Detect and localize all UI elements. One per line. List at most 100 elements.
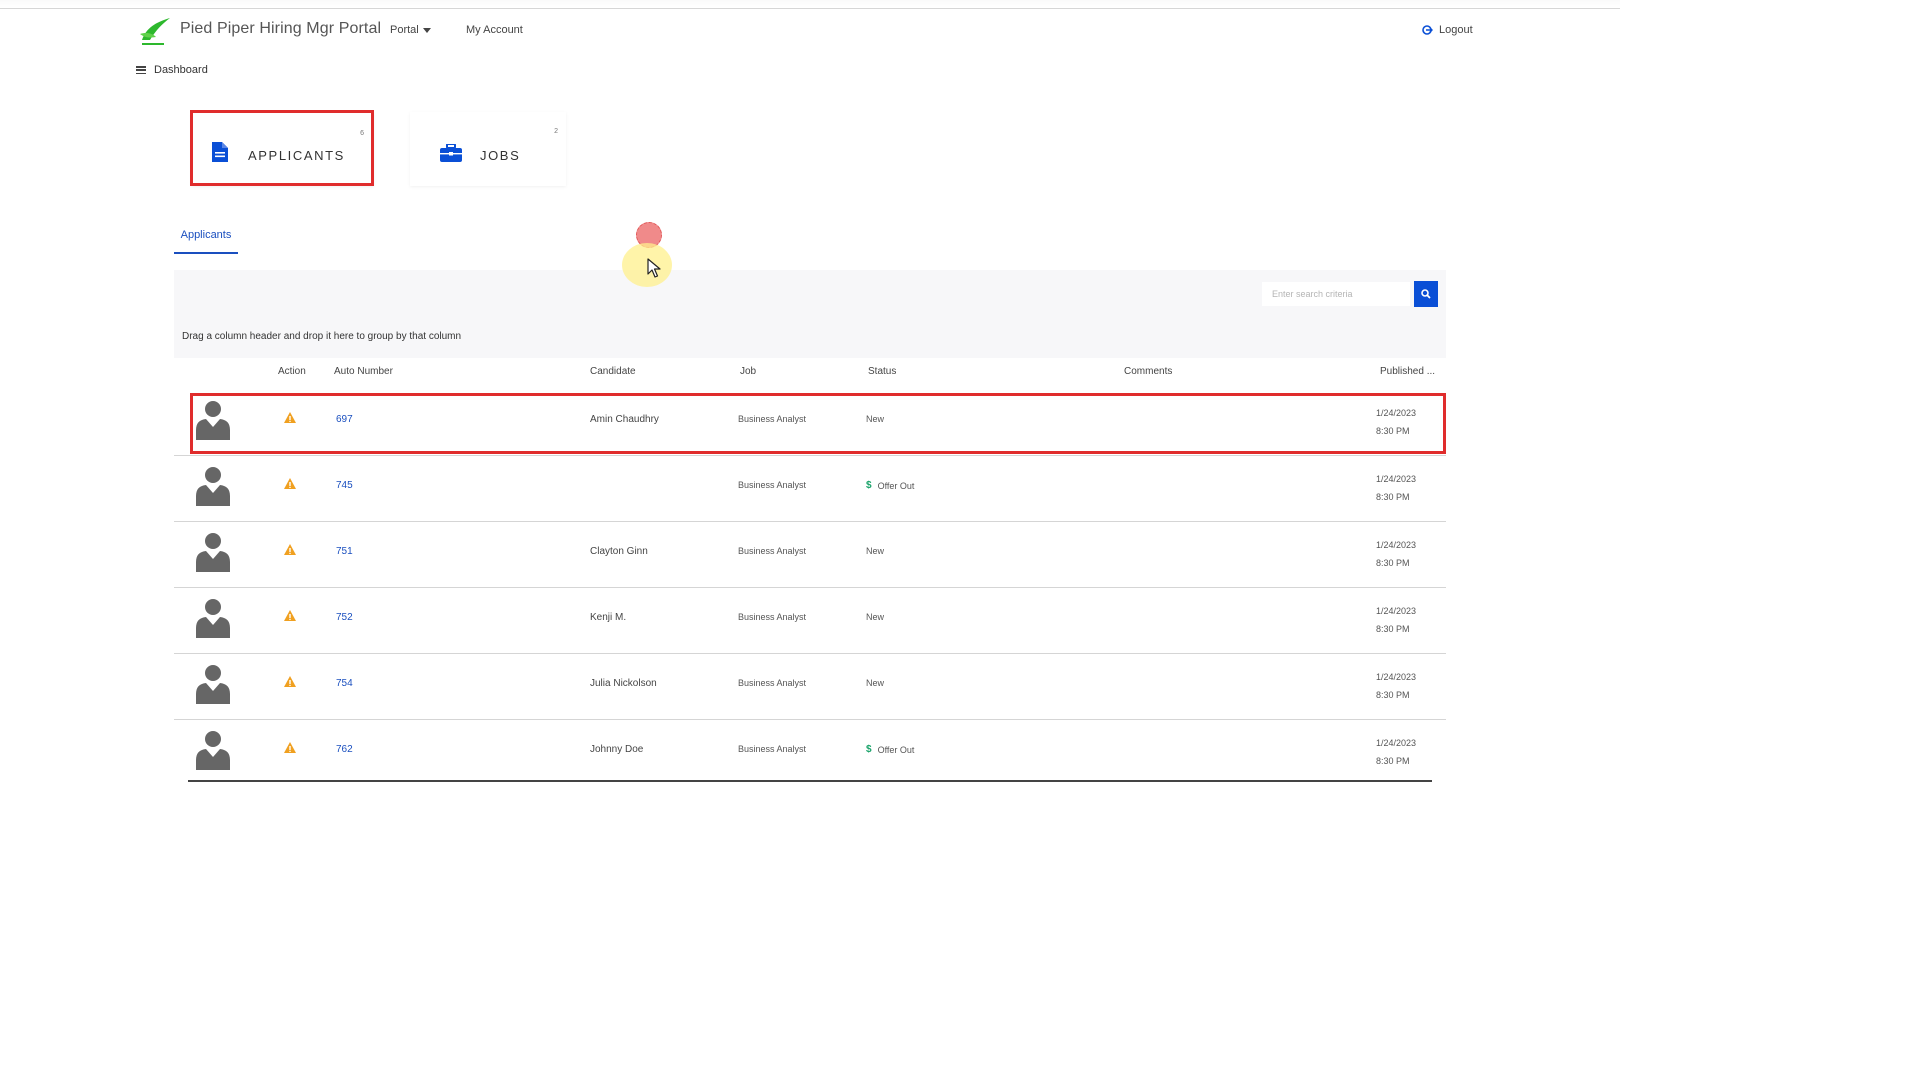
table-row[interactable]: 754 Julia Nickolson Business Analyst New… (174, 654, 1446, 720)
published-date: 1/24/2023 (1376, 738, 1417, 748)
hamburger-icon[interactable] (136, 66, 146, 74)
auto-number-link[interactable]: 751 (336, 546, 353, 557)
logout-link[interactable]: Logout (1422, 24, 1473, 36)
published-cell: 1/24/2023 8:30 PM (1376, 668, 1416, 704)
published-date: 1/24/2023 (1376, 672, 1417, 682)
column-header-auto-number[interactable]: Auto Number (334, 366, 393, 377)
status-cell: New (866, 678, 884, 688)
column-header-published[interactable]: Published ... (1380, 366, 1435, 377)
status-cell: New (866, 612, 884, 622)
status-text: Offer Out (877, 744, 915, 755)
status-text: New (866, 414, 885, 424)
document-icon (212, 142, 228, 162)
auto-number-link[interactable]: 697 (336, 414, 353, 425)
dashboard-label: Dashboard (154, 64, 208, 76)
browser-edge (0, 0, 1620, 8)
published-cell: 1/24/2023 8:30 PM (1376, 536, 1416, 572)
caret-down-icon (422, 27, 431, 33)
job-title: Business Analyst (738, 744, 807, 754)
published-cell: 1/24/2023 8:30 PM (1376, 734, 1416, 770)
warning-icon[interactable] (284, 478, 296, 489)
tab-applicants[interactable]: Applicants (174, 226, 238, 254)
user-avatar-icon (196, 533, 230, 572)
column-header-comments[interactable]: Comments (1124, 366, 1172, 377)
auto-number-link[interactable]: 762 (336, 744, 353, 755)
status-text: Offer Out (877, 480, 915, 491)
auto-number-link[interactable]: 745 (336, 480, 353, 491)
dollar-icon: $ (866, 744, 872, 755)
jobs-tile-label: JOBS (480, 148, 521, 163)
published-cell: 1/24/2023 8:30 PM (1376, 602, 1416, 638)
job-title: Business Analyst (738, 612, 807, 622)
job-title: Business Analyst (738, 678, 807, 688)
job-title: Business Analyst (738, 480, 807, 490)
table-row[interactable]: 751 Clayton Ginn Business Analyst New 1/… (174, 522, 1446, 588)
jobs-count: 2 (554, 128, 558, 135)
user-avatar-icon (196, 599, 230, 638)
user-avatar-icon (196, 665, 230, 704)
published-time: 8:30 PM (1376, 624, 1410, 634)
candidate-name: Julia Nickolson (590, 678, 657, 689)
status-cell: New (866, 546, 884, 556)
user-avatar-icon (196, 401, 230, 440)
user-avatar-icon (196, 731, 230, 770)
warning-icon[interactable] (284, 412, 296, 423)
search-button[interactable] (1414, 281, 1438, 307)
table-row[interactable]: 762 Johnny Doe Business Analyst $ Offer O… (174, 720, 1446, 786)
status-text: New (866, 612, 885, 622)
published-time: 8:30 PM (1376, 756, 1410, 766)
published-time: 8:30 PM (1376, 558, 1410, 568)
status-text: New (866, 678, 885, 688)
brand-title[interactable]: Pied Piper Hiring Mgr Portal (180, 20, 381, 38)
candidate-name: Johnny Doe (590, 744, 644, 755)
mouse-cursor-icon (647, 258, 661, 278)
candidate-name: Clayton Ginn (590, 546, 648, 557)
published-time: 8:30 PM (1376, 426, 1410, 436)
search-input[interactable] (1262, 282, 1410, 306)
published-time: 8:30 PM (1376, 690, 1410, 700)
column-header-candidate[interactable]: Candidate (590, 366, 636, 377)
jobs-tile[interactable]: JOBS 2 (410, 112, 566, 186)
warning-icon[interactable] (284, 676, 296, 687)
column-header-action[interactable]: Action (278, 366, 306, 377)
candidate-name: Kenji M. (590, 612, 627, 623)
applicants-tile-label: APPLICANTS (248, 148, 345, 163)
applicants-count: 6 (360, 130, 364, 137)
group-by-hint: Drag a column header and drop it here to… (182, 331, 462, 342)
my-account-link[interactable]: My Account (466, 24, 523, 36)
published-cell: 1/24/2023 8:30 PM (1376, 470, 1416, 506)
published-date: 1/24/2023 (1376, 408, 1417, 418)
user-avatar-icon (196, 467, 230, 506)
logout-icon (1422, 25, 1433, 35)
pied-piper-logo-icon[interactable] (136, 14, 172, 48)
warning-icon[interactable] (284, 610, 296, 621)
grid-bottom-border (188, 780, 1432, 782)
status-text: New (866, 546, 885, 556)
published-date: 1/24/2023 (1376, 474, 1417, 484)
warning-icon[interactable] (284, 742, 296, 753)
dollar-icon: $ (866, 480, 872, 491)
auto-number-link[interactable]: 752 (336, 612, 353, 623)
status-cell: New (866, 414, 884, 424)
published-date: 1/24/2023 (1376, 540, 1417, 550)
published-date: 1/24/2023 (1376, 606, 1417, 616)
auto-number-link[interactable]: 754 (336, 678, 353, 689)
dashboard-breadcrumb[interactable]: Dashboard (136, 64, 208, 76)
candidate-name: Amin Chaudhry (590, 414, 659, 425)
published-cell: 1/24/2023 8:30 PM (1376, 404, 1416, 440)
applicants-tile[interactable]: APPLICANTS 6 (192, 112, 374, 186)
portal-menu-label: Portal (390, 24, 419, 36)
published-time: 8:30 PM (1376, 492, 1410, 502)
table-row[interactable]: 697 Amin Chaudhry Business Analyst New 1… (174, 390, 1446, 456)
table-row[interactable]: 752 Kenji M. Business Analyst New 1/24/2… (174, 588, 1446, 654)
status-cell: $ Offer Out (866, 744, 914, 755)
table-row[interactable]: 745 Business Analyst $ Offer Out 1/24/202… (174, 456, 1446, 522)
logout-label: Logout (1439, 24, 1473, 36)
top-divider (0, 8, 1620, 9)
job-title: Business Analyst (738, 414, 807, 424)
column-header-status[interactable]: Status (868, 366, 896, 377)
warning-icon[interactable] (284, 544, 296, 555)
grid-toolbar (174, 270, 1446, 358)
column-header-job[interactable]: Job (740, 366, 756, 377)
portal-menu[interactable]: Portal (390, 24, 431, 36)
